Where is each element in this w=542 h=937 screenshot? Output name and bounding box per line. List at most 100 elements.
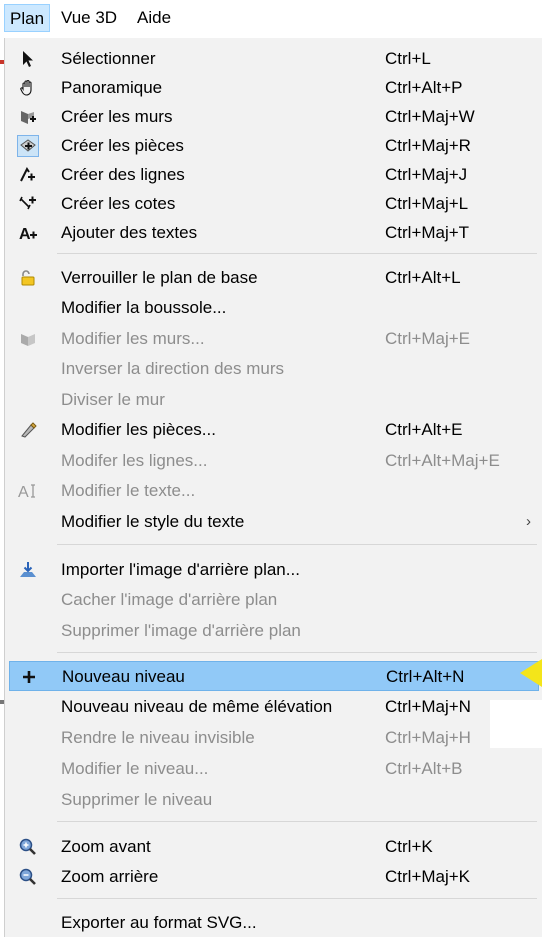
menu-item-label: Nouveau niveau de même élévation [61, 697, 333, 716]
menu-item-zoom-arriere[interactable]: Zoom arrière Ctrl+Maj+K [9, 862, 539, 891]
menu-item-shortcut: Ctrl+Maj+E [385, 329, 471, 348]
menu-item-shortcut: Ctrl+Maj+T [385, 223, 470, 242]
add-text-icon: A [17, 222, 39, 244]
menu-item-rendre-niveau-invisible[interactable]: Rendre le niveau invisible Ctrl+Maj+H [9, 723, 539, 752]
menu-item-label: Créer les murs [61, 107, 173, 126]
menu-item-label: Modifier les murs... [61, 329, 205, 348]
menu-item-ajouter-des-textes[interactable]: A Ajouter des textes Ctrl+Maj+T [9, 218, 539, 247]
menu-item-label: Créer les pièces [61, 136, 184, 155]
menu-plan[interactable]: Plan [4, 4, 51, 32]
menu-item-shortcut: Ctrl+Maj+R [385, 136, 471, 155]
create-rooms-icon [17, 135, 39, 157]
menu-item-supprimer-image[interactable]: Supprimer l'image d'arrière plan [9, 616, 539, 645]
menu-separator [57, 652, 537, 653]
menu-item-creer-les-murs[interactable]: Créer les murs Ctrl+Maj+W [9, 102, 539, 131]
plus-icon [18, 666, 40, 688]
menu-item-selectionner[interactable]: Sélectionner Ctrl+L [9, 44, 539, 73]
menu-item-shortcut: Ctrl+Alt+Maj+E [385, 451, 500, 470]
menu-item-label: Sélectionner [61, 49, 156, 68]
menu-item-modifier-style-texte[interactable]: Modifier le style du texte › [9, 507, 539, 536]
zoom-in-icon [17, 836, 39, 858]
menu-item-cacher-image[interactable]: Cacher l'image d'arrière plan [9, 585, 539, 614]
menu-item-modifier-boussole[interactable]: Modifier la boussole... [9, 293, 539, 322]
menu-item-shortcut: Ctrl+Alt+E [385, 420, 463, 439]
menu-item-label: Supprimer l'image d'arrière plan [61, 621, 301, 640]
menu-item-label: Modifier le texte... [61, 481, 196, 500]
menu-item-shortcut: Ctrl+Maj+L [385, 194, 469, 213]
hand-pan-icon [17, 77, 39, 99]
modify-walls-icon [17, 328, 39, 350]
menu-item-shortcut: Ctrl+K [385, 837, 433, 856]
menu-item-label: Diviser le mur [61, 390, 165, 409]
menu-item-diviser-mur[interactable]: Diviser le mur [9, 385, 539, 414]
lock-icon [17, 267, 39, 289]
menu-separator [57, 544, 537, 545]
menu-item-verrouiller-plan[interactable]: Verrouiller le plan de base Ctrl+Alt+L [9, 263, 539, 292]
menu-item-nouveau-niveau-meme-elevation[interactable]: Nouveau niveau de même élévation Ctrl+Ma… [9, 692, 539, 721]
menu-item-label: Créer des lignes [61, 165, 185, 184]
create-walls-icon [17, 106, 39, 128]
menu-item-shortcut: Ctrl+Alt+B [385, 759, 463, 778]
menu-item-label: Créer les cotes [61, 194, 176, 213]
menu-item-modifier-pieces[interactable]: Modifier les pièces... Ctrl+Alt+E [9, 415, 539, 444]
background-patch [490, 700, 542, 748]
menu-item-shortcut: Ctrl+Alt+L [385, 268, 461, 287]
menu-item-label: Zoom avant [61, 837, 151, 856]
menu-item-exporter-svg[interactable]: Exporter au format SVG... [9, 908, 539, 937]
menu-item-importer-image[interactable]: Importer l'image d'arrière plan... [9, 555, 539, 584]
zoom-out-icon [17, 866, 39, 888]
svg-text:A: A [18, 484, 29, 500]
menu-item-modifier-lignes[interactable]: Modifer les lignes... Ctrl+Alt+Maj+E [9, 446, 539, 475]
menu-item-nouveau-niveau[interactable]: Nouveau niveau Ctrl+Alt+N [9, 661, 539, 691]
menu-item-shortcut: Ctrl+Maj+J [385, 165, 468, 184]
menu-item-label: Exporter au format SVG... [61, 913, 257, 932]
menu-item-creer-les-cotes[interactable]: Créer les cotes Ctrl+Maj+L [9, 189, 539, 218]
menu-item-creer-les-pieces[interactable]: Créer les pièces Ctrl+Maj+R [9, 131, 539, 160]
menu-item-panoramique[interactable]: Panoramique Ctrl+Alt+P [9, 73, 539, 102]
modify-text-icon: A [17, 480, 39, 502]
menu-item-label: Modifer les lignes... [61, 451, 208, 470]
menu-item-label: Ajouter des textes [61, 223, 198, 242]
menu-item-label: Cacher l'image d'arrière plan [61, 590, 278, 609]
menu-item-label: Inverser la direction des murs [61, 359, 284, 378]
submenu-arrow-icon: › [526, 513, 531, 530]
menu-separator [57, 898, 537, 899]
menu-item-label: Modifier les pièces... [61, 420, 216, 439]
svg-text:A: A [19, 226, 31, 242]
yellow-pointer-arrow-icon [520, 659, 542, 687]
create-dimensions-icon [17, 193, 39, 215]
modify-rooms-icon [17, 419, 39, 441]
menu-item-label: Supprimer le niveau [61, 790, 213, 809]
menu-item-modifier-murs[interactable]: Modifier les murs... Ctrl+Maj+E [9, 324, 539, 353]
import-image-icon [17, 559, 39, 581]
menu-item-shortcut: Ctrl+Alt+P [385, 78, 463, 97]
menu-item-creer-des-lignes[interactable]: Créer des lignes Ctrl+Maj+J [9, 160, 539, 189]
menu-item-label: Panoramique [61, 78, 163, 97]
menu-item-label: Verrouiller le plan de base [61, 268, 258, 287]
menu-item-supprimer-niveau[interactable]: Supprimer le niveau [9, 785, 539, 814]
create-lines-icon [17, 164, 39, 186]
menu-separator [57, 253, 537, 254]
menu-aide[interactable]: Aide [132, 4, 176, 32]
menu-item-modifier-niveau[interactable]: Modifier le niveau... Ctrl+Alt+B [9, 754, 539, 783]
menu-item-label: Nouveau niveau [62, 667, 185, 686]
menu-item-shortcut: Ctrl+L [385, 49, 431, 68]
menu-item-label: Modifier le niveau... [61, 759, 209, 778]
menu-item-label: Rendre le niveau invisible [61, 728, 255, 747]
menu-item-shortcut: Ctrl+Maj+N [385, 697, 471, 716]
menu-vue-3d[interactable]: Vue 3D [56, 4, 122, 32]
plan-dropdown-menu: Sélectionner Ctrl+L Panoramique Ctrl+Alt… [4, 38, 542, 937]
menu-item-label: Zoom arrière [61, 867, 159, 886]
menu-separator [57, 821, 537, 822]
menu-item-shortcut: Ctrl+Maj+W [385, 107, 475, 126]
menu-bar: Plan Vue 3D Aide [0, 0, 542, 34]
menu-item-inverser-direction[interactable]: Inverser la direction des murs [9, 354, 539, 383]
menu-item-label: Importer l'image d'arrière plan... [61, 560, 300, 579]
menu-item-shortcut: Ctrl+Maj+K [385, 867, 471, 886]
menu-item-shortcut: Ctrl+Maj+H [385, 728, 471, 747]
menu-item-zoom-avant[interactable]: Zoom avant Ctrl+K [9, 832, 539, 861]
arrow-pointer-icon [17, 48, 39, 70]
menu-item-shortcut: Ctrl+Alt+N [386, 667, 465, 686]
menu-item-label: Modifier le style du texte [61, 512, 245, 531]
menu-item-modifier-texte[interactable]: A Modifier le texte... [9, 476, 539, 505]
